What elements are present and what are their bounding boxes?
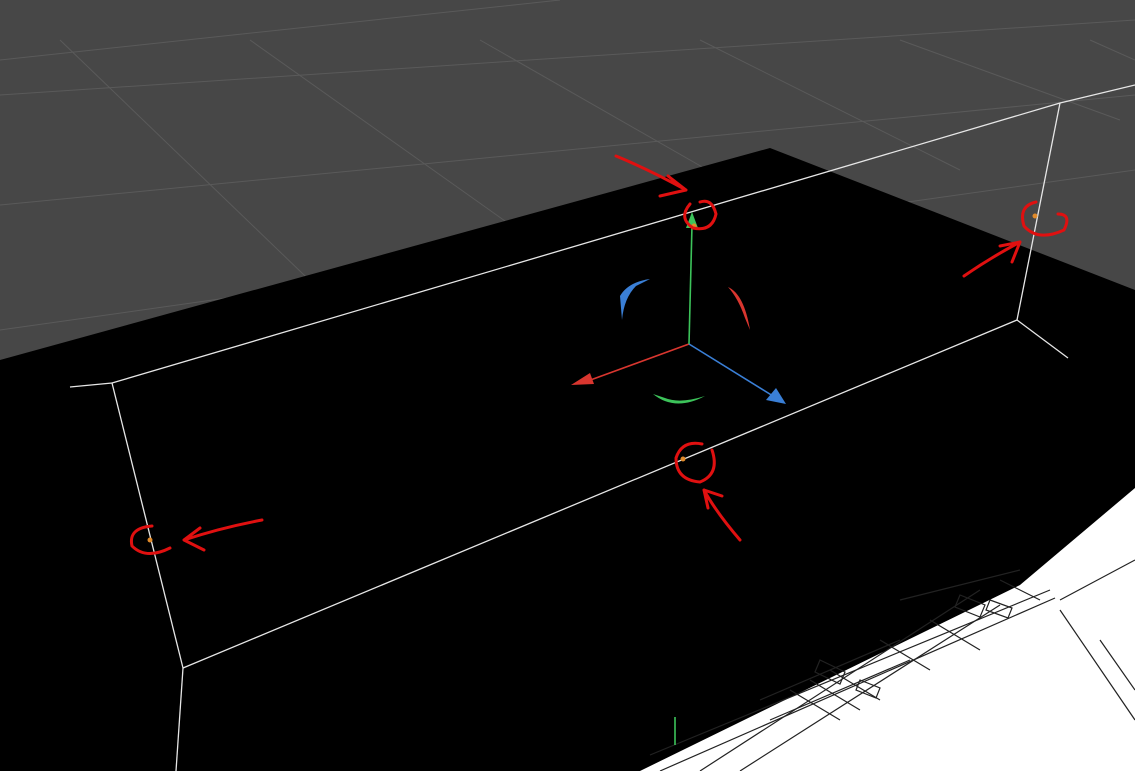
vertex-handle-left[interactable] xyxy=(147,537,153,543)
grid-line xyxy=(1089,39,1135,61)
grid-line xyxy=(0,19,1135,96)
grid-line xyxy=(899,39,1121,121)
grid-line xyxy=(0,0,561,61)
vertex-handle-top-right[interactable] xyxy=(1032,213,1038,219)
grid-line xyxy=(59,39,331,301)
grid-line xyxy=(0,94,1135,206)
scene-canvas[interactable] xyxy=(0,0,1135,771)
3d-viewport[interactable] xyxy=(0,0,1135,771)
box-edge xyxy=(1059,84,1135,104)
vertex-handle-bottom-center[interactable] xyxy=(680,456,686,462)
grid-line xyxy=(699,39,961,171)
